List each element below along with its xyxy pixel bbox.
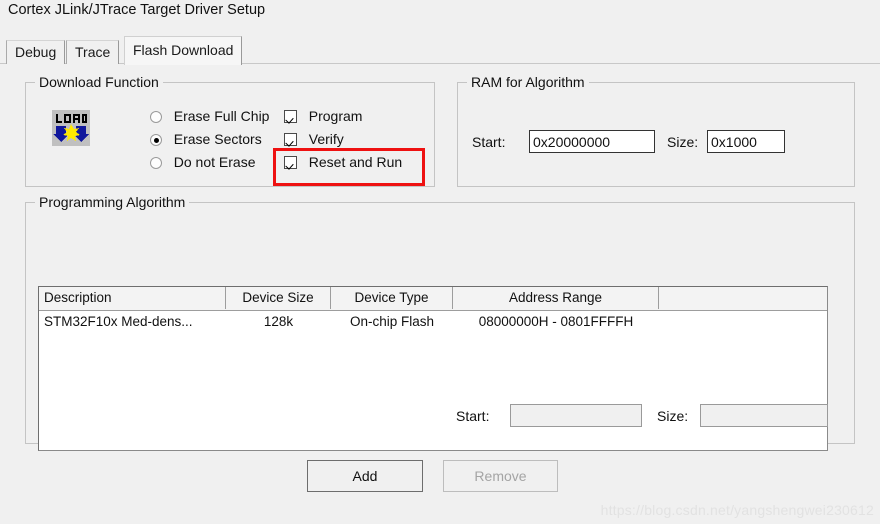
ram-start-input[interactable] (529, 130, 655, 153)
radio-erase-sectors-mark[interactable] (150, 134, 162, 146)
cell-device-size: 128k (263, 314, 294, 329)
download-function-title: Download Function (35, 74, 163, 90)
checkbox-verify-label: Verify (308, 131, 344, 147)
ram-start-label: Start: (472, 134, 506, 150)
cell-device-type: On-chip Flash (349, 314, 435, 329)
window-title: Cortex JLink/JTrace Target Driver Setup (8, 2, 266, 18)
radio-do-not-erase-mark[interactable] (150, 157, 162, 169)
radio-do-not-erase[interactable]: Do not Erase (150, 154, 255, 176)
column-header-extra[interactable] (659, 287, 827, 309)
algorithm-size-input[interactable] (700, 404, 828, 427)
ram-for-algorithm-title: RAM for Algorithm (467, 74, 589, 90)
tab-strip: Debug Trace Flash Download (0, 36, 880, 65)
add-button[interactable]: Add (307, 460, 423, 492)
ram-size-label: Size: (667, 134, 699, 150)
column-header-description[interactable]: Description (39, 287, 226, 309)
load-icon (52, 110, 90, 146)
radio-erase-sectors[interactable]: Erase Sectors (150, 131, 262, 153)
table-row[interactable]: STM32F10x Med-dens... 128k On-chip Flash… (39, 311, 827, 333)
download-function-group: Download Function Erase Full Chip Erase … (25, 74, 435, 187)
flash-download-panel: Download Function Erase Full Chip Erase … (0, 64, 880, 524)
ram-for-algorithm-group: RAM for Algorithm Start: Size: (457, 74, 855, 187)
checkbox-program[interactable]: Program (284, 108, 362, 130)
radio-erase-full-chip-label: Erase Full Chip (173, 108, 270, 124)
column-header-device-size[interactable]: Device Size (226, 287, 331, 309)
cell-extra (659, 311, 827, 333)
radio-do-not-erase-label: Do not Erase (173, 154, 256, 170)
programming-algorithm-title: Programming Algorithm (35, 194, 190, 210)
cell-address-range: 08000000H - 0801FFFFH (478, 314, 634, 329)
watermark: https://blog.csdn.net/yangshengwei230612 (600, 502, 874, 518)
checkbox-reset-and-run[interactable]: Reset and Run (284, 154, 402, 176)
listview-header-row: Description Device Size Device Type Addr… (39, 287, 827, 311)
radio-erase-sectors-label: Erase Sectors (173, 131, 262, 147)
checkbox-program-label: Program (308, 108, 363, 124)
radio-erase-full-chip[interactable]: Erase Full Chip (150, 108, 269, 130)
ram-size-input[interactable] (707, 130, 785, 153)
algorithm-start-label: Start: (456, 408, 490, 424)
algorithm-size-label: Size: (657, 408, 689, 424)
tab-debug[interactable]: Debug (6, 40, 66, 64)
checkbox-reset-and-run-mark[interactable] (284, 156, 297, 169)
column-header-address-range[interactable]: Address Range (453, 287, 659, 309)
remove-button[interactable]: Remove (443, 460, 558, 492)
radio-erase-full-chip-mark[interactable] (150, 111, 162, 123)
checkbox-program-mark[interactable] (284, 110, 297, 123)
column-header-device-type[interactable]: Device Type (331, 287, 453, 309)
checkbox-reset-and-run-label: Reset and Run (308, 154, 403, 170)
checkbox-verify[interactable]: Verify (284, 131, 344, 153)
checkbox-verify-mark[interactable] (284, 133, 297, 146)
cell-description: STM32F10x Med-dens... (44, 314, 193, 329)
tab-trace[interactable]: Trace (66, 40, 120, 64)
tab-flash-download[interactable]: Flash Download (124, 36, 243, 65)
algorithm-start-input[interactable] (510, 404, 642, 427)
